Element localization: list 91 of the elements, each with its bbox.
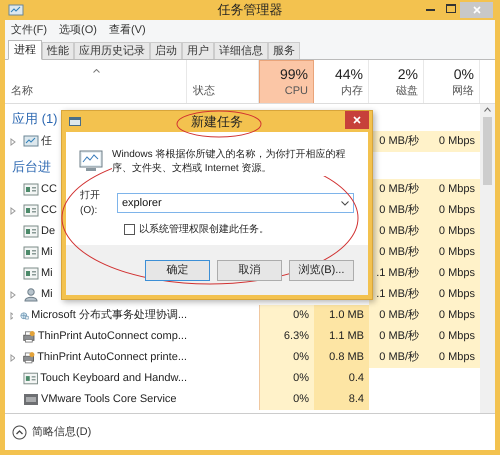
checkbox-label: 以系统管理权限创建此任务。 (139, 222, 269, 237)
scrollbar[interactable] (480, 104, 495, 413)
column-header[interactable]: 99% CPU (259, 60, 314, 103)
menu-item[interactable]: 查看(V) (108, 22, 146, 38)
close-button[interactable] (345, 111, 369, 129)
dialog-button[interactable]: 确定 (145, 260, 210, 280)
tab[interactable]: 启动 (150, 42, 182, 59)
memory-cell: 0.4 (314, 368, 369, 389)
window-title: 任务管理器 (218, 1, 282, 20)
window-icon (23, 392, 39, 407)
column-header[interactable]: 名称 (5, 60, 187, 103)
run-program-icon (78, 150, 104, 172)
network-cell: 0 Mbps (424, 242, 480, 263)
column-header[interactable]: 2% 磁盘 (369, 60, 424, 103)
dropdown-icon[interactable] (341, 200, 349, 206)
process-name[interactable]: CC (41, 202, 57, 219)
close-icon (353, 116, 361, 124)
window-icon (23, 224, 39, 239)
disk-cell: 0 MB/秒 (369, 305, 424, 326)
expand-icon[interactable] (10, 206, 16, 214)
cpu-cell: 6.3% (259, 326, 314, 347)
printer-icon (22, 329, 36, 344)
fewer-details-link[interactable]: 简略信息(D) (32, 424, 92, 440)
tab[interactable]: 进程 (8, 40, 42, 60)
window-icon (22, 371, 38, 386)
sort-icon (93, 69, 100, 73)
network-cell: 0 Mbps (424, 221, 480, 242)
network-cell: 0 Mbps (424, 263, 480, 284)
window-icon (23, 266, 39, 281)
memory-cell: 1.1 MB (314, 326, 369, 347)
process-name[interactable]: 任 (41, 133, 52, 150)
memory-cell: 8.4 (314, 389, 369, 410)
network-cell: 0 Mbps (424, 326, 480, 347)
expand-icon[interactable] (10, 354, 15, 362)
process-name[interactable]: De (41, 223, 56, 240)
network-cell: 0 Mbps (424, 305, 480, 326)
column-header[interactable]: 0% 网络 (424, 60, 480, 103)
window-icon (23, 203, 39, 218)
disk-cell: 0 MB/秒 (369, 326, 424, 347)
cpu-cell: 0% (259, 389, 314, 410)
printer-icon (22, 350, 36, 365)
process-name[interactable]: Touch Keyboard and Handw... (40, 370, 187, 387)
process-name[interactable]: Mi (41, 265, 53, 282)
open-label: 打开(O): (80, 188, 101, 218)
dialog-title: 新建任务 (191, 112, 243, 131)
network-cell: 0 Mbps (424, 179, 480, 200)
tab[interactable]: 性能 (42, 42, 74, 59)
network-cell: 0 Mbps (424, 347, 480, 368)
window-icon (23, 134, 39, 149)
minimize-icon[interactable] (426, 9, 435, 12)
cpu-cell: 0% (259, 305, 314, 326)
process-name[interactable]: VMware Tools Core Service (41, 391, 177, 408)
user-icon (23, 287, 39, 302)
expand-icon[interactable] (10, 312, 14, 320)
process-name[interactable]: Mi (41, 244, 53, 261)
network-cell: 0 Mbps (424, 200, 480, 221)
memory-cell: 1.0 MB (314, 305, 369, 326)
process-name[interactable]: Mi (41, 286, 53, 303)
menu-item[interactable]: 选项(O) (59, 22, 97, 38)
cpu-cell: 0% (259, 347, 314, 368)
network-cell: 0 Mbps (424, 131, 480, 152)
admin-checkbox[interactable] (124, 224, 135, 235)
process-name[interactable]: Microsoft 分布式事务处理协调... (31, 307, 187, 324)
command-combobox[interactable]: explorer (116, 193, 354, 213)
disk-cell: 0 MB/秒 (369, 347, 424, 368)
app-icon (8, 4, 24, 17)
tab[interactable]: 应用历史记录 (74, 42, 150, 59)
dialog-button[interactable]: 浏览(B)... (289, 260, 354, 280)
tab[interactable]: 用户 (182, 42, 214, 59)
maximize-icon[interactable] (446, 4, 456, 13)
process-name[interactable]: ThinPrint AutoConnect printe... (37, 349, 187, 366)
column-header[interactable]: 44% 内存 (314, 60, 369, 103)
tab[interactable]: 详细信息 (214, 42, 268, 59)
cpu-cell: 0% (259, 368, 314, 389)
menu-item[interactable]: 文件(F) (11, 22, 48, 38)
disk-cell: .1 MB/秒 (369, 284, 424, 305)
window-icon (23, 245, 39, 260)
dialog-icon (69, 117, 81, 126)
tab[interactable]: 服务 (268, 42, 300, 59)
close-icon (472, 6, 480, 14)
process-name[interactable]: ThinPrint AutoConnect comp... (38, 328, 187, 345)
scroll-up-icon[interactable] (484, 107, 491, 112)
collapse-icon[interactable] (12, 424, 27, 440)
network-cell: 0 Mbps (424, 284, 480, 305)
expand-icon[interactable] (10, 290, 16, 298)
scrollbar-thumb[interactable] (483, 117, 492, 185)
process-name[interactable]: CC (41, 181, 57, 198)
expand-icon[interactable] (10, 138, 16, 146)
memory-cell: 0.8 MB (314, 347, 369, 368)
window-icon (23, 182, 39, 197)
dialog-button[interactable]: 取消 (217, 260, 282, 280)
